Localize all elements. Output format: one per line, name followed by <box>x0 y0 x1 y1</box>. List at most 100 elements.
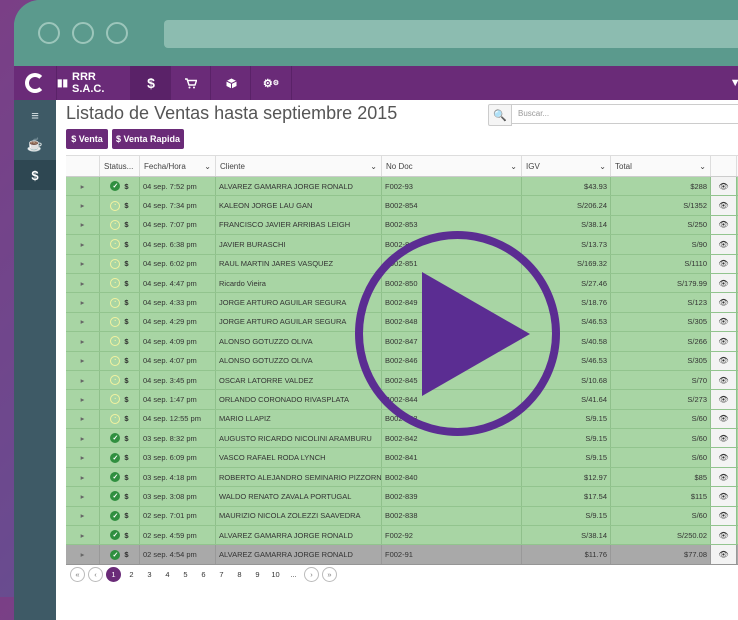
last-page-button[interactable]: » <box>322 567 337 582</box>
expand-cell[interactable]: ▸ <box>66 177 100 196</box>
expand-arrow-icon[interactable]: ▸ <box>81 182 85 191</box>
page-button[interactable]: 6 <box>196 567 211 582</box>
eye-icon[interactable]: 👁 <box>718 220 728 229</box>
header-total[interactable]: Total ⌄ <box>611 156 711 176</box>
expand-cell[interactable]: ▸ <box>66 390 100 409</box>
eye-icon[interactable]: 👁 <box>718 434 728 443</box>
view-cell[interactable]: 👁 <box>711 429 737 448</box>
view-cell[interactable]: 👁 <box>711 196 737 215</box>
cart-icon[interactable] <box>170 66 211 100</box>
expand-arrow-icon[interactable]: ▸ <box>81 511 85 520</box>
window-dot[interactable] <box>72 22 94 44</box>
table-row[interactable]: ▸ ✓ $02 sep. 4:54 pm ALVAREZ GAMARRA JORGE … <box>66 545 738 565</box>
page-button[interactable]: 5 <box>178 567 193 582</box>
page-button[interactable]: 2 <box>124 567 139 582</box>
expand-arrow-icon[interactable]: ▸ <box>81 395 85 404</box>
page-button[interactable]: 3 <box>142 567 157 582</box>
eye-icon[interactable]: 👁 <box>718 550 728 559</box>
expand-cell[interactable]: ▸ <box>66 526 100 545</box>
view-cell[interactable]: 👁 <box>711 235 737 254</box>
expand-arrow-icon[interactable]: ▸ <box>81 376 85 385</box>
address-bar[interactable] <box>164 20 738 48</box>
eye-icon[interactable]: 👁 <box>718 453 728 462</box>
expand-cell[interactable]: ▸ <box>66 429 100 448</box>
eye-icon[interactable]: 👁 <box>718 279 728 288</box>
expand-arrow-icon[interactable]: ▸ <box>81 531 85 540</box>
view-cell[interactable]: 👁 <box>711 215 737 235</box>
expand-arrow-icon[interactable]: ▸ <box>81 240 85 249</box>
search-input[interactable]: Buscar... <box>511 104 738 124</box>
view-cell[interactable]: 👁 <box>711 177 737 196</box>
box-icon[interactable] <box>210 66 251 100</box>
view-cell[interactable]: 👁 <box>711 487 737 506</box>
view-cell[interactable]: 👁 <box>711 273 737 293</box>
expand-cell[interactable]: ▸ <box>66 448 100 467</box>
header-status[interactable]: Status... <box>100 156 140 176</box>
table-row[interactable]: ▸ ✓ $04 sep. 7:52 pm ALVAREZ GAMARRA JORGE … <box>66 177 738 197</box>
page-button[interactable]: 1 <box>106 567 121 582</box>
page-button[interactable]: 10 <box>268 567 283 582</box>
expand-arrow-icon[interactable]: ▸ <box>81 220 85 229</box>
expand-arrow-icon[interactable]: ▸ <box>81 337 85 346</box>
expand-arrow-icon[interactable]: ▸ <box>81 473 85 482</box>
window-dot[interactable] <box>38 22 60 44</box>
view-cell[interactable]: 👁 <box>711 312 737 332</box>
table-row[interactable]: ▸ ✓ $03 sep. 6:09 pm VASCO RAFAEL RODA LYNC… <box>66 448 738 468</box>
expand-arrow-icon[interactable]: ▸ <box>81 492 85 501</box>
coffee-icon[interactable]: ☕ <box>14 130 56 160</box>
expand-arrow-icon[interactable]: ▸ <box>81 550 85 559</box>
table-row[interactable]: ▸ · $04 sep. 7:34 pm KALEON JORGE LAU GAN B0… <box>66 196 738 216</box>
eye-icon[interactable]: 👁 <box>718 395 728 404</box>
page-button[interactable]: 7 <box>214 567 229 582</box>
page-button[interactable]: 8 <box>232 567 247 582</box>
expand-cell[interactable]: ▸ <box>66 196 100 215</box>
expand-cell[interactable]: ▸ <box>66 487 100 506</box>
view-cell[interactable]: 👁 <box>711 370 737 390</box>
view-cell[interactable]: 👁 <box>711 351 737 370</box>
expand-arrow-icon[interactable]: ▸ <box>81 414 85 423</box>
window-dot[interactable] <box>106 22 128 44</box>
header-igv[interactable]: IGV ⌄ <box>522 156 611 176</box>
eye-icon[interactable]: 👁 <box>718 182 728 191</box>
view-cell[interactable]: 👁 <box>711 254 737 273</box>
view-cell[interactable]: 👁 <box>711 448 737 467</box>
view-cell[interactable]: 👁 <box>711 506 737 526</box>
venta-button[interactable]: $ Venta <box>66 129 108 149</box>
filter-button[interactable]: ▼ Si <box>730 66 738 100</box>
expand-cell[interactable]: ▸ <box>66 254 100 273</box>
header-fecha[interactable]: Fecha/Hora ⌄ <box>140 156 216 176</box>
view-cell[interactable]: 👁 <box>711 390 737 409</box>
table-row[interactable]: ▸ · $04 sep. 7:07 pm FRANCISCO JAVIER ARRIB… <box>66 215 738 236</box>
nav-company[interactable]: ▮▮ RRR S.A.C. <box>56 66 131 100</box>
expand-arrow-icon[interactable]: ▸ <box>81 317 85 326</box>
table-row[interactable]: ▸ ✓ $03 sep. 3:08 pm WALDO RENATO ZAVALA PO… <box>66 487 738 507</box>
eye-icon[interactable]: 👁 <box>718 414 728 423</box>
expand-cell[interactable]: ▸ <box>66 545 100 564</box>
table-row[interactable]: ▸ ✓ $03 sep. 8:32 pm AUGUSTO RICARDO NICOLI… <box>66 429 738 449</box>
eye-icon[interactable]: 👁 <box>718 298 728 307</box>
view-cell[interactable]: 👁 <box>711 545 737 564</box>
eye-icon[interactable]: 👁 <box>718 240 728 249</box>
view-cell[interactable]: 👁 <box>711 332 737 351</box>
expand-cell[interactable]: ▸ <box>66 409 100 429</box>
gears-icon[interactable]: ⚙ ⚙ <box>250 66 292 100</box>
view-cell[interactable]: 👁 <box>711 526 737 545</box>
table-row[interactable]: ▸ ✓ $02 sep. 4:59 pm ALVAREZ GAMARRA JORGE … <box>66 526 738 546</box>
expand-cell[interactable]: ▸ <box>66 506 100 526</box>
prev-page-button[interactable]: ‹ <box>88 567 103 582</box>
eye-icon[interactable]: 👁 <box>718 376 728 385</box>
dollar-icon[interactable]: $ <box>14 160 56 190</box>
page-button[interactable]: ... <box>286 567 301 582</box>
eye-icon[interactable]: 👁 <box>718 356 728 365</box>
app-logo[interactable] <box>14 66 56 100</box>
expand-cell[interactable]: ▸ <box>66 312 100 332</box>
eye-icon[interactable]: 👁 <box>718 259 728 268</box>
view-cell[interactable]: 👁 <box>711 293 737 312</box>
venta-rapida-button[interactable]: $ Venta Rapida <box>112 129 184 149</box>
eye-icon[interactable]: 👁 <box>718 201 728 210</box>
expand-arrow-icon[interactable]: ▸ <box>81 201 85 210</box>
search-icon[interactable]: 🔍 <box>488 104 512 126</box>
expand-cell[interactable]: ▸ <box>66 273 100 293</box>
expand-cell[interactable]: ▸ <box>66 351 100 370</box>
view-cell[interactable]: 👁 <box>711 467 737 487</box>
